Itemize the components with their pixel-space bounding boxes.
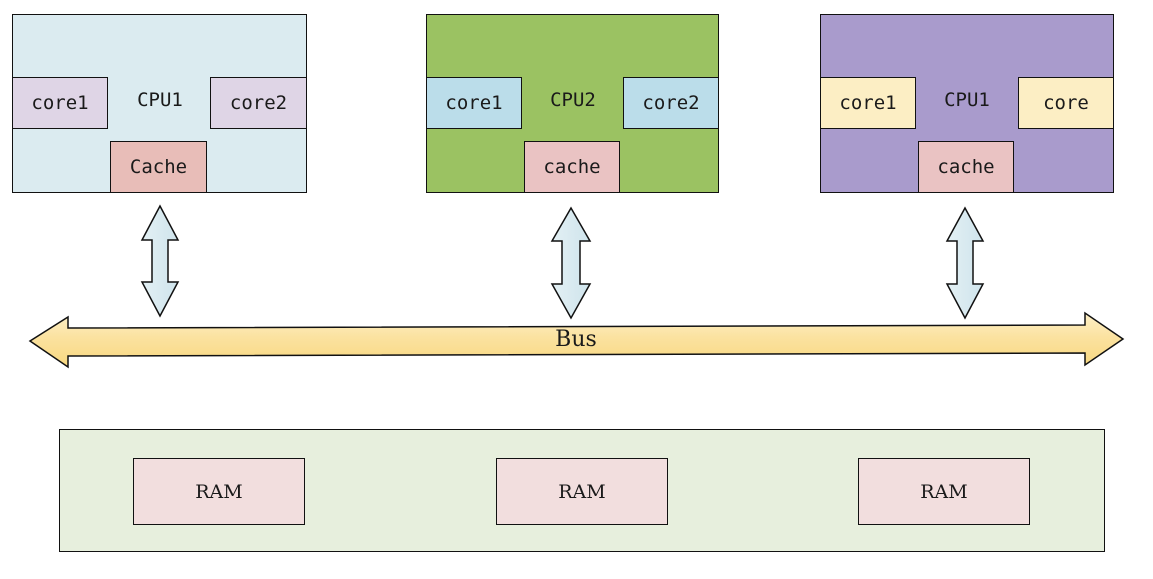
cpu-block-1-cache[interactable]: Cache xyxy=(110,141,207,193)
cpu-block-3-cache[interactable]: cache xyxy=(918,141,1014,193)
ram-module-1[interactable]: RAM xyxy=(133,458,305,525)
cpu-block-3-core-left[interactable]: core1 xyxy=(820,77,916,129)
ram-module-2[interactable]: RAM xyxy=(496,458,668,525)
system-bus-label: Bus xyxy=(555,327,597,352)
cpu-block-2-cache[interactable]: cache xyxy=(524,141,620,193)
cpu-block-2-core-left[interactable]: core1 xyxy=(426,77,522,129)
cpu-block-1-core-right[interactable]: core2 xyxy=(210,77,307,129)
bus-link-arrow-3[interactable] xyxy=(945,206,985,320)
bus-link-arrow-1[interactable] xyxy=(140,204,180,318)
cpu-block-2-core-right[interactable]: core2 xyxy=(623,77,719,129)
cpu-block-2-label: CPU2 xyxy=(550,89,596,111)
cpu-block-3-label: CPU1 xyxy=(944,89,990,111)
cpu-block-1-core-left[interactable]: core1 xyxy=(12,77,108,129)
cpu-block-1-label: CPU1 xyxy=(137,89,183,111)
bus-link-arrow-2[interactable] xyxy=(550,206,592,320)
ram-module-3[interactable]: RAM xyxy=(858,458,1030,525)
cpu-block-3-core-right[interactable]: core xyxy=(1018,77,1114,129)
diagram-canvas: CPU1 core1 core2 Cache CPU2 core1 core2 … xyxy=(0,0,1153,579)
